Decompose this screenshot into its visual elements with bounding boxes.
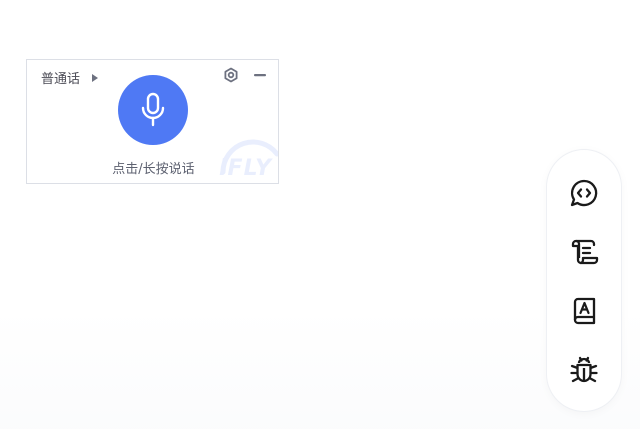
chat-code-icon: [570, 179, 598, 207]
caret-right-icon: [92, 73, 99, 82]
hint-text: 点击/长按说话: [112, 162, 195, 177]
page: iFLY 普通话 点击/长按说话: [0, 0, 640, 429]
tool-button-bug[interactable]: [566, 352, 602, 388]
tool-button-scroll[interactable]: [566, 234, 602, 270]
microphone-icon: [141, 92, 165, 127]
settings-button[interactable]: [223, 67, 239, 83]
minimize-icon: [254, 74, 266, 77]
language-select[interactable]: 普通话: [41, 68, 99, 87]
background-shade: [0, 309, 640, 429]
tool-rail: [547, 150, 621, 411]
voice-input-widget: iFLY 普通话 点击/长按说话: [26, 59, 279, 184]
dictionary-book-icon: [573, 297, 596, 325]
bug-icon: [570, 356, 598, 383]
tool-button-chat-code[interactable]: [566, 175, 602, 211]
settings-icon: [224, 67, 238, 83]
minimize-button[interactable]: [253, 67, 267, 83]
language-label: 普通话: [41, 72, 81, 87]
microphone-button[interactable]: [118, 75, 188, 145]
tool-button-dictionary[interactable]: [566, 293, 602, 329]
scroll-icon: [571, 239, 599, 265]
